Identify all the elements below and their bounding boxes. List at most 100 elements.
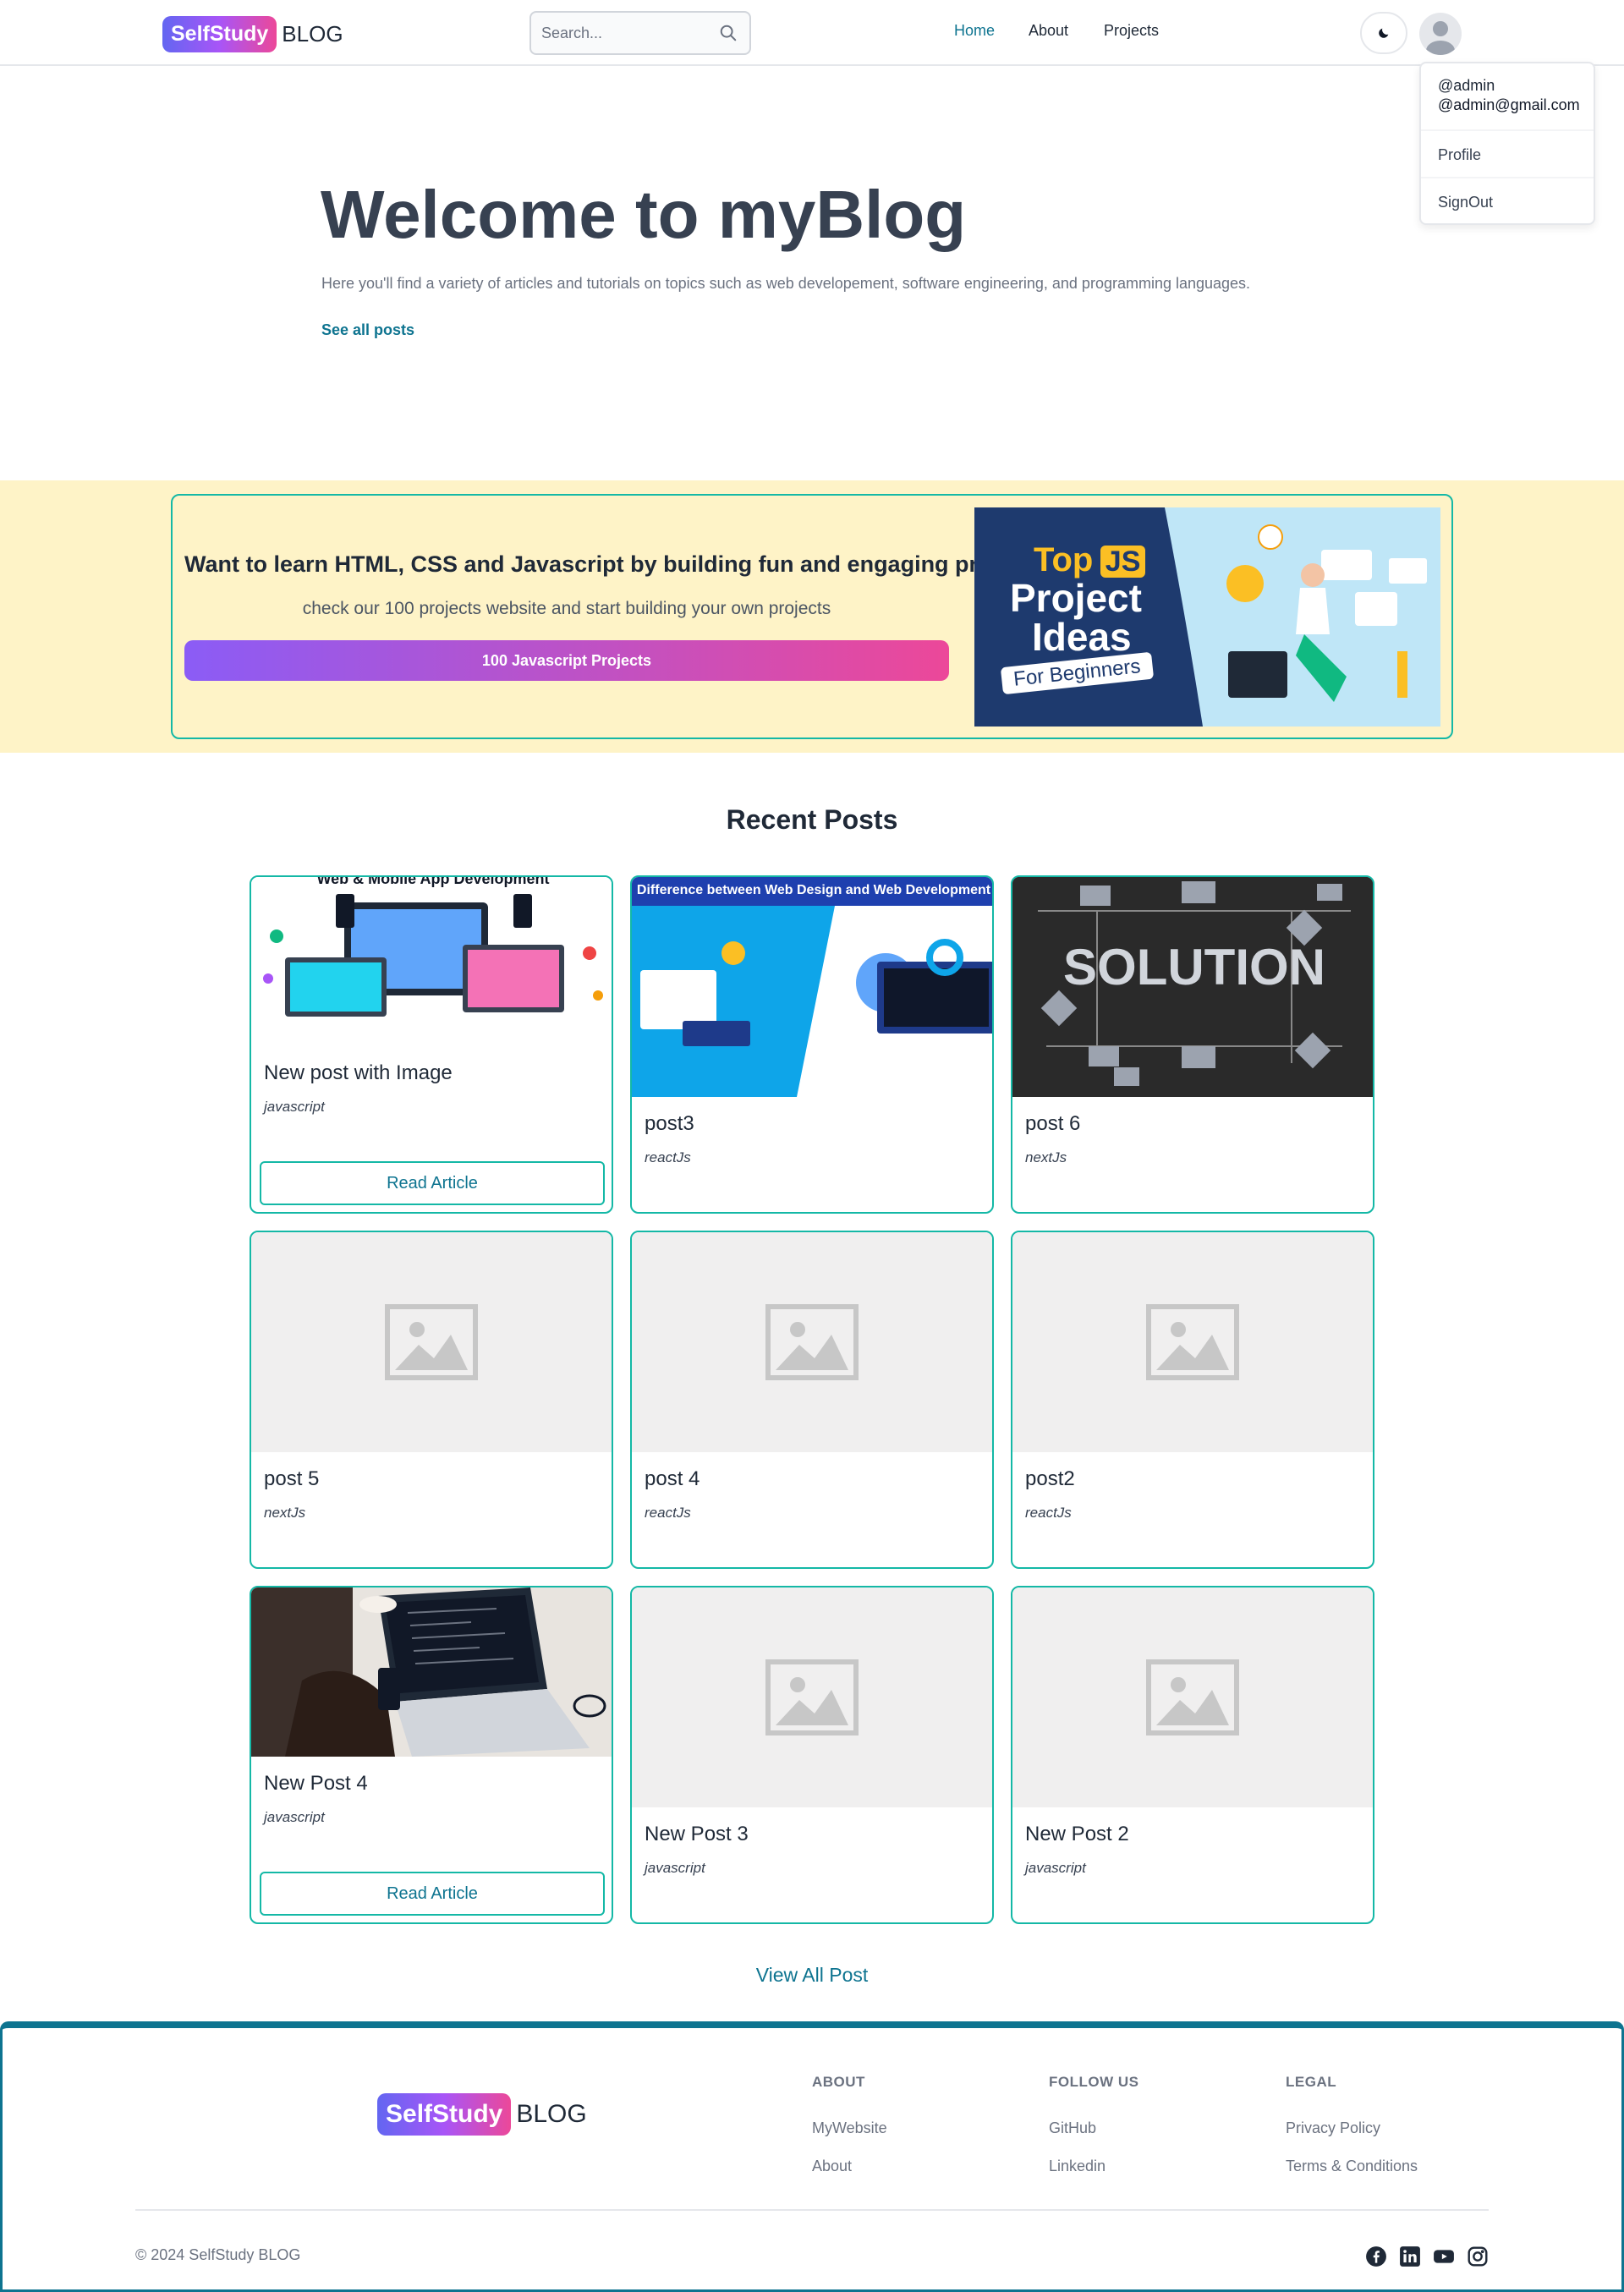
image-placeholder-icon — [1146, 1659, 1239, 1735]
post-title: New Post 3 — [645, 1823, 749, 1845]
post-title: post3 — [645, 1112, 694, 1135]
post-image-placeholder — [632, 1232, 992, 1452]
image-placeholder-icon — [1146, 1304, 1239, 1380]
post-title: post2 — [1025, 1467, 1075, 1490]
promo-title: Want to learn HTML, CSS and Javascript b… — [184, 551, 1058, 577]
post-image-caption: Difference between Web Design and Web De… — [636, 883, 991, 897]
post-title: post 4 — [645, 1467, 700, 1490]
post-category: reactJs — [645, 1505, 691, 1521]
post-image: Web & Mobile App Development — [251, 877, 612, 1046]
footer-link-mywebsite[interactable]: MyWebsite — [812, 2119, 887, 2137]
recent-posts-title: Recent Posts — [726, 804, 898, 835]
post-card[interactable]: New Post 2 javascript — [1011, 1586, 1374, 1924]
footer-divider — [135, 2209, 1489, 2211]
post-image-placeholder — [1012, 1232, 1373, 1452]
footer-link-about[interactable]: About — [812, 2158, 852, 2175]
promo-image-line1: Project — [1010, 576, 1142, 620]
image-placeholder-icon — [385, 1304, 478, 1380]
post-image — [251, 1587, 612, 1757]
post-image-placeholder — [1012, 1587, 1373, 1807]
linkedin-icon[interactable] — [1399, 2245, 1421, 2267]
post-card[interactable]: New Post 3 javascript — [630, 1586, 994, 1924]
user-avatar-icon — [1426, 21, 1455, 55]
post-image-placeholder — [251, 1232, 612, 1452]
promo-image: Top JS Project Ideas For Beginners — [974, 507, 1440, 727]
promo-subtitle: check our 100 projects website and start… — [302, 599, 831, 618]
post-image-caption: Web & Mobile App Development — [316, 877, 550, 887]
post-card[interactable]: Web & Mobile App Development New post wi… — [250, 875, 613, 1214]
post-title: New post with Image — [264, 1061, 453, 1084]
nav-about[interactable]: About — [1029, 22, 1068, 40]
image-placeholder-icon — [765, 1304, 859, 1380]
post-category: nextJs — [1025, 1149, 1067, 1165]
web-design-illustration — [632, 877, 992, 1097]
image-placeholder-icon — [765, 1659, 859, 1735]
post-title: New Post 4 — [264, 1772, 368, 1795]
post-image: SOLUTION — [1012, 877, 1373, 1097]
theme-toggle-button[interactable] — [1360, 12, 1407, 54]
search-input[interactable] — [541, 13, 710, 53]
post-title: New Post 2 — [1025, 1823, 1129, 1845]
facebook-icon[interactable] — [1365, 2245, 1387, 2267]
promo-image-top: Top — [1034, 541, 1094, 578]
site-logo[interactable]: SelfStudy BLOG — [162, 16, 343, 52]
read-article-button[interactable]: Read Article — [260, 1872, 605, 1916]
nav-projects[interactable]: Projects — [1104, 22, 1159, 40]
post-card[interactable]: Difference between Web Design and Web De… — [630, 875, 994, 1214]
post-title: post 6 — [1025, 1112, 1081, 1135]
post-category: javascript — [264, 1809, 325, 1825]
post-image-caption: SOLUTION — [1063, 939, 1325, 995]
read-article-button[interactable]: Read Article — [260, 1161, 605, 1205]
view-all-posts-link[interactable]: View All Post — [0, 1964, 1624, 1987]
footer-logo[interactable]: SelfStudy BLOG — [377, 2093, 587, 2136]
footer-logo-badge: SelfStudy — [377, 2093, 512, 2136]
post-image-placeholder — [632, 1587, 992, 1807]
hero-title: Welcome to myBlog — [321, 177, 967, 252]
user-info: @admin @admin@gmail.com — [1421, 63, 1594, 131]
footer-link-github[interactable]: GitHub — [1049, 2119, 1096, 2137]
post-image: Difference between Web Design and Web De… — [632, 877, 992, 1097]
footer-heading-about: ABOUT — [812, 2074, 865, 2090]
moon-icon — [1379, 28, 1389, 38]
post-card[interactable]: New Post 4 javascript Read Article — [250, 1586, 613, 1924]
footer-link-privacy[interactable]: Privacy Policy — [1286, 2119, 1380, 2137]
devices-illustration — [263, 894, 603, 1017]
user-email: @admin@gmail.com — [1438, 96, 1580, 113]
menu-item-profile[interactable]: Profile — [1421, 131, 1594, 178]
user-menu: @admin @admin@gmail.com Profile SignOut — [1419, 62, 1595, 225]
see-all-posts-link[interactable]: See all posts — [321, 321, 414, 339]
post-category: reactJs — [1025, 1505, 1072, 1521]
post-card[interactable]: post 4 reactJs — [630, 1231, 994, 1569]
instagram-icon[interactable] — [1467, 2245, 1489, 2267]
search-box — [529, 11, 751, 55]
post-card[interactable]: SOLUTION post 6 nextJs — [1011, 875, 1374, 1214]
laptop-photo — [251, 1587, 612, 1757]
promo-image-line2: Ideas — [1032, 615, 1132, 659]
footer-logo-text: BLOG — [516, 2100, 587, 2128]
username: @admin — [1438, 77, 1495, 94]
footer-heading-legal: LEGAL — [1286, 2074, 1337, 2090]
youtube-icon[interactable] — [1433, 2245, 1455, 2267]
post-category: javascript — [645, 1860, 705, 1876]
footer-link-terms[interactable]: Terms & Conditions — [1286, 2158, 1418, 2175]
post-category: nextJs — [264, 1505, 306, 1521]
post-card[interactable]: post2 reactJs — [1011, 1231, 1374, 1569]
hero-subtitle: Here you'll find a variety of articles a… — [321, 275, 1251, 292]
promo-image-js: JS — [1100, 546, 1146, 578]
logo-text: BLOG — [282, 21, 343, 47]
post-title: post 5 — [264, 1467, 320, 1490]
user-avatar[interactable] — [1419, 13, 1462, 55]
post-card[interactable]: post 5 nextJs — [250, 1231, 613, 1569]
footer-link-linkedin[interactable]: Linkedin — [1049, 2158, 1106, 2175]
js-projects-button[interactable]: 100 Javascript Projects — [184, 640, 949, 681]
site-header: SelfStudy BLOG Home About Projects — [0, 0, 1624, 66]
logo-badge: SelfStudy — [162, 16, 277, 52]
post-category: reactJs — [645, 1149, 691, 1165]
post-category: javascript — [264, 1099, 325, 1115]
nav-home[interactable]: Home — [954, 22, 995, 40]
menu-item-signout[interactable]: SignOut — [1421, 178, 1594, 226]
footer-heading-follow: FOLLOW US — [1049, 2074, 1139, 2090]
post-category: javascript — [1025, 1860, 1086, 1876]
copyright: © 2024 SelfStudy BLOG — [135, 2246, 301, 2263]
search-icon[interactable] — [719, 24, 738, 42]
